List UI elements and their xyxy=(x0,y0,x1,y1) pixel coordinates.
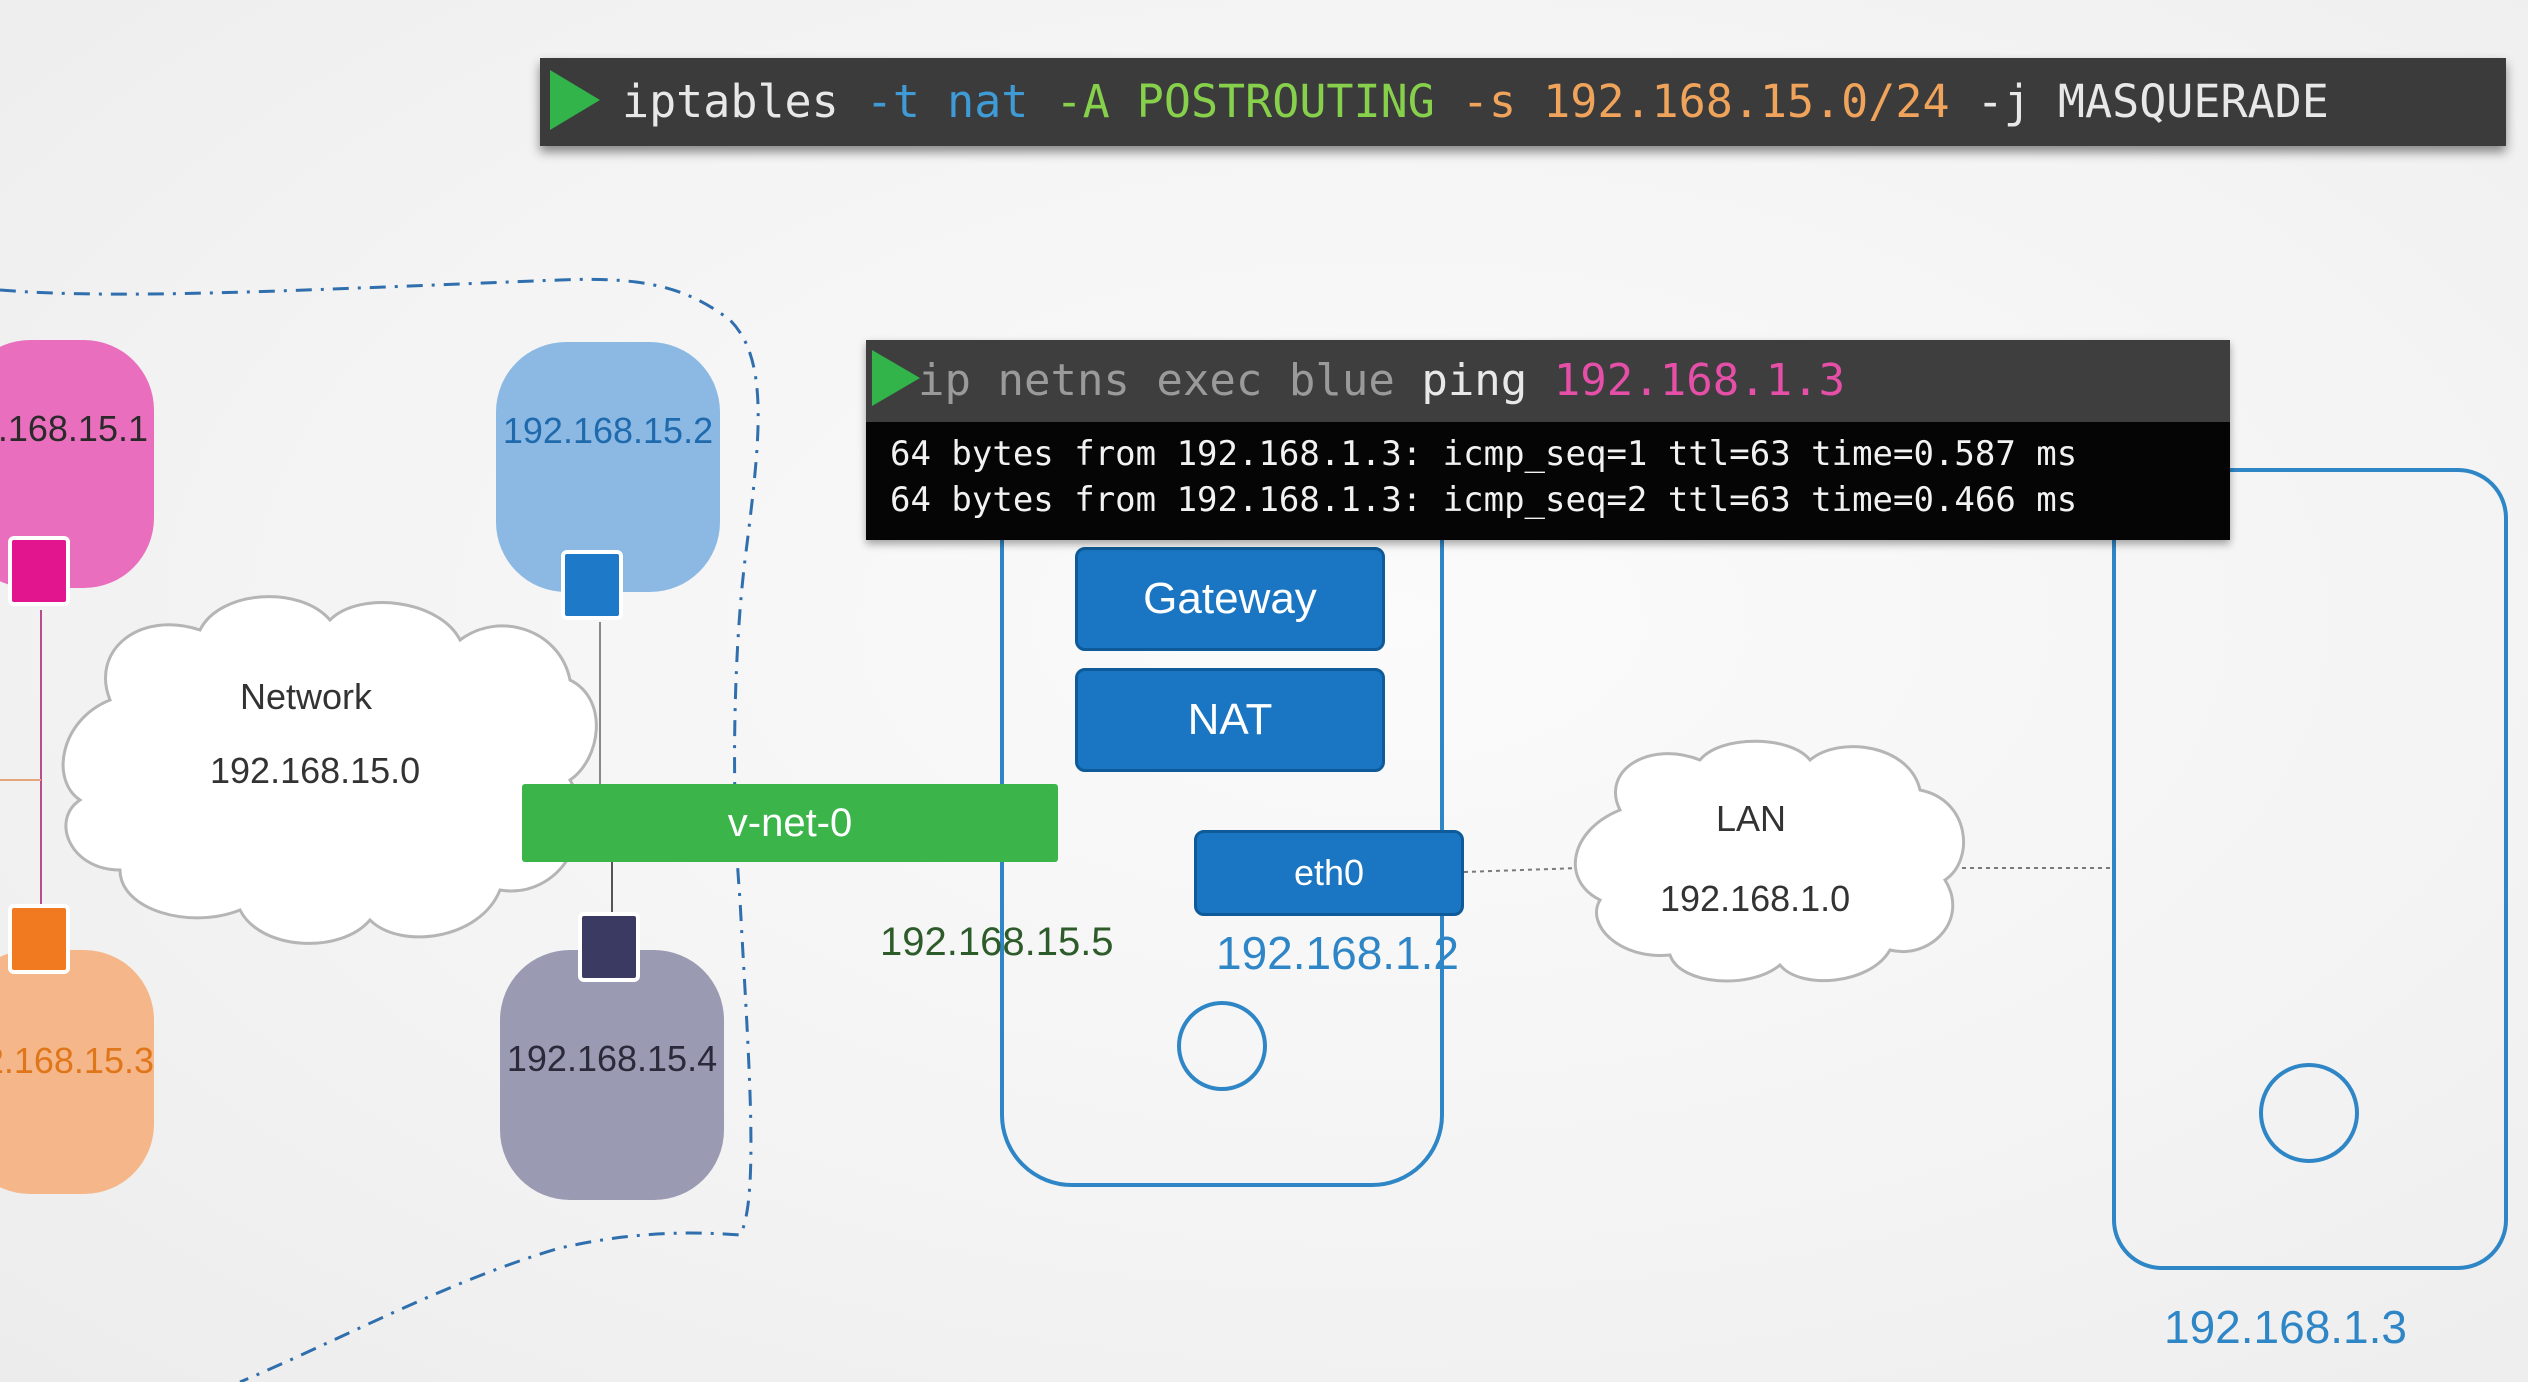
vnet-label: v-net-0 xyxy=(727,800,853,845)
ping-cmd-ip: 192.168.1.3 xyxy=(1553,355,1846,406)
host-4-interface xyxy=(578,912,640,982)
lan-cloud-ip: 192.168.1.0 xyxy=(1660,878,1851,919)
cmd-seg-5: 192.168.15.0/24 xyxy=(1543,75,1977,128)
host-3-ip: 2.168.15.3 xyxy=(0,1040,154,1081)
ping-terminal: ip netns exec blue ping 192.168.1.3 64 b… xyxy=(866,340,2230,540)
vnet-ip: 192.168.15.5 xyxy=(880,920,1114,964)
host-2-ip: 192.168.15.2 xyxy=(502,410,714,451)
network-cloud-title: Network xyxy=(240,676,373,717)
cmd-seg-2: nat xyxy=(947,75,1056,128)
eth0-label: eth0 xyxy=(1293,852,1365,893)
remote-host-device xyxy=(2112,468,2508,1270)
cmd-seg-0: iptables xyxy=(622,75,866,128)
ping-terminal-header: ip netns exec blue ping 192.168.1.3 xyxy=(866,340,2230,422)
vnet-bridge: v-net-0 xyxy=(522,784,1058,862)
remote-host-led xyxy=(2259,1063,2359,1163)
network-cloud-ip: 192.168.15.0 xyxy=(210,750,421,791)
iptables-command: iptables -t nat -A POSTROUTING -s 192.16… xyxy=(622,58,2329,146)
host-1-interface xyxy=(8,536,70,606)
router-device xyxy=(1000,428,1444,1187)
host-orange-namespace: 2.168.15.3 xyxy=(0,950,154,1194)
host-gray-namespace: 192.168.15.4 xyxy=(500,950,724,1200)
eth0-interface: eth0 xyxy=(1194,830,1464,916)
cmd-seg-4: -s xyxy=(1461,75,1544,128)
nat-box: NAT xyxy=(1075,668,1385,772)
ping-output-line-2: 64 bytes from 192.168.1.3: icmp_seq=2 tt… xyxy=(890,480,2078,520)
remote-host-ip: 192.168.1.3 xyxy=(2164,1301,2408,1353)
ping-terminal-output: 64 bytes from 192.168.1.3: icmp_seq=1 tt… xyxy=(866,422,2230,540)
play-icon xyxy=(550,70,600,130)
router-led xyxy=(1177,1001,1267,1091)
iptables-terminal: iptables -t nat -A POSTROUTING -s 192.16… xyxy=(540,58,2506,146)
ping-cmd-ping: ping xyxy=(1421,355,1554,406)
host-4-ip: 192.168.15.4 xyxy=(506,1038,718,1079)
cmd-seg-1: -t xyxy=(865,75,948,128)
gateway-label: Gateway xyxy=(1143,574,1317,623)
lan-cloud xyxy=(1573,739,1966,983)
eth0-ip: 192.168.1.2 xyxy=(1216,927,1460,979)
cmd-seg-3: -A POSTROUTING xyxy=(1055,75,1462,128)
play-icon xyxy=(872,350,920,406)
cmd-seg-6: -j MASQUERADE xyxy=(1976,75,2329,128)
ping-command: ip netns exec blue ping 192.168.1.3 xyxy=(918,340,1845,422)
ping-output-line-1: 64 bytes from 192.168.1.3: icmp_seq=1 tt… xyxy=(890,434,2078,474)
host-2-interface xyxy=(561,550,623,620)
host-3-interface xyxy=(8,904,70,974)
host-1-ip: .168.15.1 xyxy=(0,408,148,449)
nat-label: NAT xyxy=(1187,695,1273,744)
lan-cloud-title: LAN xyxy=(1716,798,1787,839)
gateway-box: Gateway xyxy=(1075,547,1385,651)
ping-cmd-prefix: ip netns exec blue xyxy=(918,355,1422,406)
